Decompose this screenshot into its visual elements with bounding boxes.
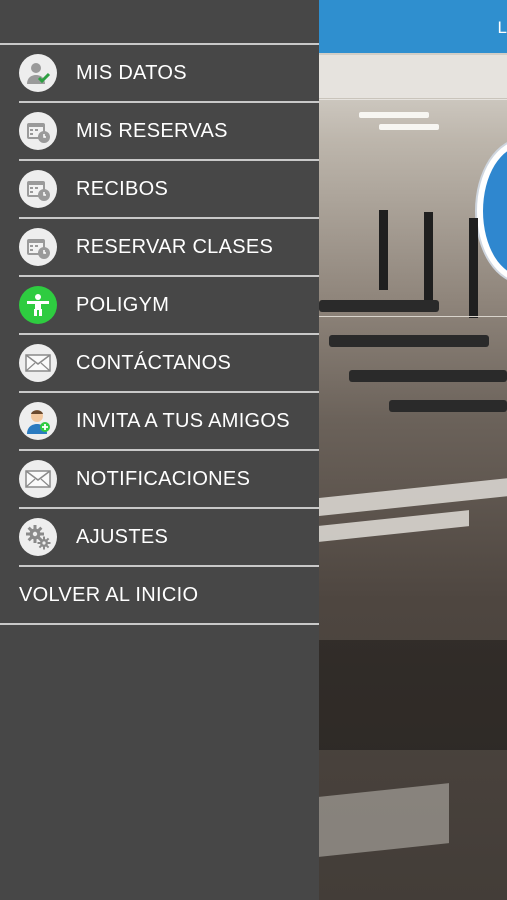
menu-item-volver-inicio[interactable]: VOLVER AL INICIO [0,567,319,625]
envelope-icon [19,344,57,382]
menu-item-label: CONTÁCTANOS [76,351,232,374]
menu-item-label: MIS DATOS [76,61,187,84]
menu-item-mis-reservas[interactable]: MIS RESERVAS [19,103,319,161]
calendar-clock-icon [19,112,57,150]
menu-item-label: INVITA A TUS AMIGOS [76,409,290,432]
menu-item-label: MIS RESERVAS [76,119,228,142]
menu-item-poligym[interactable]: POLIGYM [19,277,319,335]
menu-item-reservar-clases[interactable]: RESERVAR CLASES [19,219,319,277]
menu-item-label: RECIBOS [76,177,169,200]
top-bar-title-fragment: L [497,18,507,37]
envelope-icon [19,460,57,498]
gym-photo-ceiling [319,55,507,100]
floor-marking [319,478,507,516]
floor-marking [319,510,469,542]
floor-tile-light [319,783,449,857]
menu-item-label: AJUSTES [76,525,169,548]
treadmill-belt [389,400,507,412]
user-check-icon [19,54,57,92]
menu-item-label: RESERVAR CLASES [76,235,274,258]
floor-shadow [319,640,507,750]
side-menu: MIS DATOS MIS RESERVAS RECIBOS RESERVAR … [0,0,319,900]
treadmill-belt [319,300,439,312]
calendar-clock-icon [19,228,57,266]
menu-item-recibos[interactable]: RECIBOS [19,161,319,219]
treadmill-post [379,210,388,290]
photo-divider [319,316,507,317]
main-content-background: L [319,0,507,900]
treadmill-post [469,218,478,318]
ceiling-light [379,124,439,130]
treadmill-belt [349,370,507,382]
brand-logo-circle [477,140,507,282]
menu-item-label: VOLVER AL INICIO [19,583,199,606]
menu-item-invita-amigos[interactable]: INVITA A TUS AMIGOS [19,393,319,451]
gears-icon [19,518,57,556]
treadmill-belt [329,335,489,347]
menu-item-notificaciones[interactable]: NOTIFICACIONES [19,451,319,509]
ceiling-light [359,112,429,118]
invite-person-icon [19,402,57,440]
calendar-clock-icon [19,170,57,208]
menu-item-ajustes[interactable]: AJUSTES [19,509,319,567]
photo-divider [319,98,507,99]
menu-item-label: POLIGYM [76,293,170,316]
top-app-bar: L [319,0,507,53]
treadmill-post [424,212,433,302]
gym-person-icon [19,286,57,324]
side-menu-header [0,0,319,45]
menu-item-contactanos[interactable]: CONTÁCTANOS [19,335,319,393]
menu-item-label: NOTIFICACIONES [76,467,251,490]
menu-item-mis-datos[interactable]: MIS DATOS [19,45,319,103]
